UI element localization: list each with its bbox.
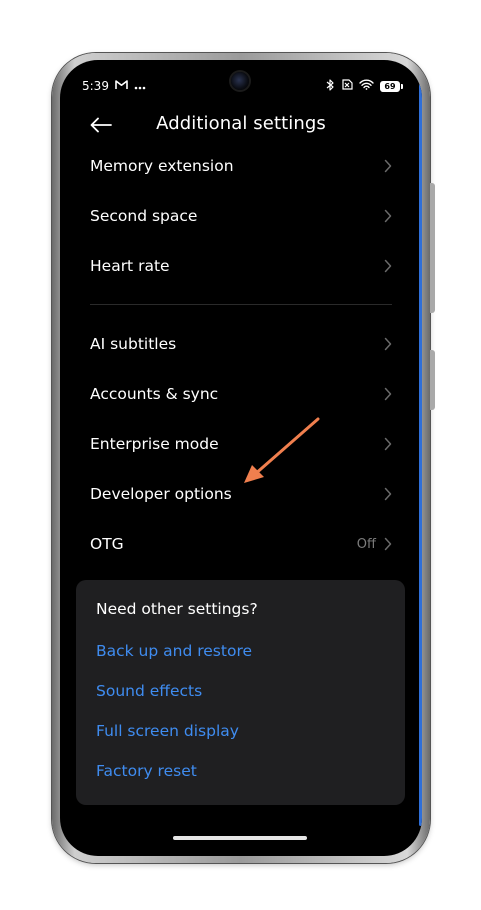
setting-value: Off — [356, 536, 376, 552]
no-sim-icon — [340, 79, 353, 93]
gmail-icon — [115, 79, 128, 93]
setting-label: Second space — [90, 207, 198, 225]
setting-accounts-sync[interactable]: Accounts & sync — [90, 372, 392, 416]
chevron-right-icon — [384, 259, 392, 273]
card-title: Need other settings? — [96, 600, 258, 618]
bluetooth-icon — [326, 78, 334, 94]
setting-label: Memory extension — [90, 157, 234, 175]
more-notifications-icon — [134, 79, 146, 93]
phone-screen: 5:39 69 Additional settings Memory exten… — [60, 60, 422, 856]
setting-second-space[interactable]: Second space — [90, 194, 392, 238]
app-header: Additional settings — [60, 110, 422, 140]
setting-label: OTG — [90, 535, 124, 553]
chevron-right-icon — [384, 487, 392, 501]
status-bar: 5:39 69 — [82, 76, 403, 96]
power-button — [430, 350, 435, 410]
screen-edge-highlight — [419, 84, 422, 826]
setting-label: Heart rate — [90, 257, 170, 275]
chevron-right-icon — [384, 537, 392, 551]
link-back-up-restore[interactable]: Back up and restore — [96, 642, 252, 660]
setting-memory-extension[interactable]: Memory extension — [90, 144, 392, 188]
section-divider — [90, 304, 392, 305]
chevron-right-icon — [384, 387, 392, 401]
wifi-icon — [359, 79, 374, 93]
battery-level: 69 — [384, 81, 396, 91]
chevron-right-icon — [384, 437, 392, 451]
link-factory-reset[interactable]: Factory reset — [96, 762, 197, 780]
chevron-right-icon — [384, 159, 392, 173]
link-sound-effects[interactable]: Sound effects — [96, 682, 202, 700]
chevron-right-icon — [384, 209, 392, 223]
home-indicator[interactable] — [173, 836, 307, 840]
link-full-screen-display[interactable]: Full screen display — [96, 722, 239, 740]
chevron-right-icon — [384, 337, 392, 351]
volume-button — [430, 183, 435, 313]
status-time: 5:39 — [82, 79, 109, 93]
page-title: Additional settings — [156, 113, 326, 134]
other-settings-card: Need other settings? Back up and restore… — [76, 580, 405, 805]
setting-ai-subtitles[interactable]: AI subtitles — [90, 322, 392, 366]
screenshot-stage: 5:39 69 Additional settings Memory exten… — [0, 0, 481, 910]
setting-label: Developer options — [90, 485, 232, 503]
annotation-arrow — [244, 417, 320, 483]
setting-label: Accounts & sync — [90, 385, 219, 403]
setting-otg[interactable]: OTG Off — [90, 522, 392, 566]
status-right: 69 — [326, 78, 403, 94]
setting-label: Enterprise mode — [90, 435, 219, 453]
status-left: 5:39 — [82, 79, 146, 93]
setting-heart-rate[interactable]: Heart rate — [90, 244, 392, 288]
setting-label: AI subtitles — [90, 335, 177, 353]
battery-icon: 69 — [380, 80, 403, 92]
